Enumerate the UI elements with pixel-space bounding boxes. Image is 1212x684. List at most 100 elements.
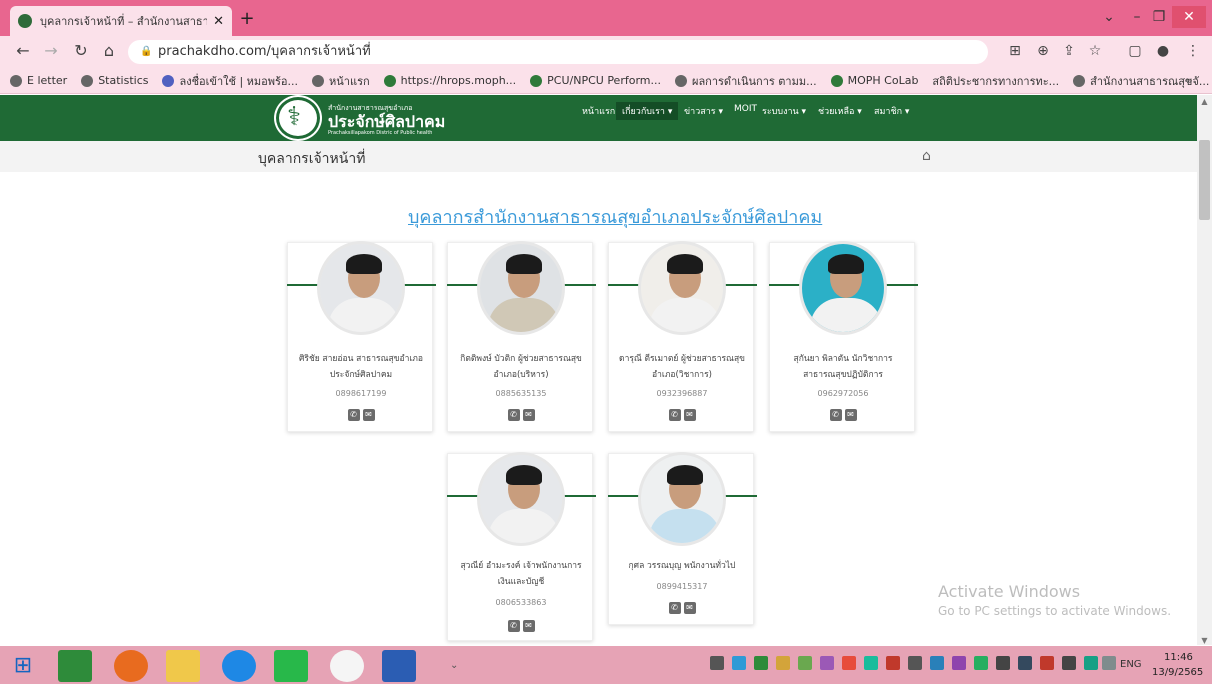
- tray-icon[interactable]: [842, 656, 856, 670]
- file-explorer-icon[interactable]: [166, 650, 200, 682]
- home-icon[interactable]: ⌂: [922, 148, 931, 164]
- mail-icon[interactable]: ✉: [844, 409, 857, 421]
- more-bookmarks-button[interactable]: »: [1186, 74, 1193, 87]
- moph-icon: [383, 74, 396, 87]
- bookmark-item[interactable]: สถิติประชากรทางการทะ...: [932, 72, 1059, 90]
- close-window-button[interactable]: ✕: [1172, 6, 1206, 28]
- bookmark-item[interactable]: หน้าแรก: [312, 72, 370, 90]
- address-bar[interactable]: 🔒 prachakdho.com/บุคลากรเจ้าหน้าที่: [128, 40, 988, 64]
- phone-icon[interactable]: ✆: [829, 409, 842, 421]
- mail-icon[interactable]: ✉: [522, 409, 535, 421]
- edge-icon[interactable]: [222, 650, 256, 682]
- menu-news[interactable]: ข่าวสาร ▾: [684, 104, 723, 118]
- network-icon[interactable]: [908, 656, 922, 670]
- bookmark-item[interactable]: https://hrops.moph...: [383, 74, 516, 87]
- tray-icon[interactable]: [974, 656, 988, 670]
- side-panel-icon[interactable]: ▢: [1124, 40, 1146, 62]
- chrome-icon[interactable]: [330, 650, 364, 682]
- phone-icon[interactable]: ✆: [507, 409, 520, 421]
- bookmark-item[interactable]: MOPH CoLab: [830, 74, 918, 87]
- staff-name: สุกันยา พิลาตัน นักวิชาการ: [793, 354, 893, 364]
- scroll-up-icon[interactable]: ▲: [1199, 97, 1210, 106]
- clock-date[interactable]: 13/9/2565: [1152, 667, 1203, 678]
- taskbar-overflow-icon[interactable]: ⌄: [450, 660, 458, 671]
- breadcrumb: [0, 141, 1197, 172]
- mail-icon[interactable]: ✉: [683, 409, 696, 421]
- mail-icon[interactable]: ✉: [362, 409, 375, 421]
- close-tab-icon[interactable]: ✕: [213, 14, 224, 29]
- bookmark-item[interactable]: ผลการดำเนินการ ตามม...: [675, 72, 817, 90]
- forward-icon[interactable]: →: [40, 40, 62, 62]
- tray-icon[interactable]: [776, 656, 790, 670]
- bars-icon: [162, 74, 175, 87]
- staff-phone: 0885635135: [495, 389, 547, 398]
- windows-start-icon[interactable]: ⊞: [6, 650, 40, 682]
- tray-icon[interactable]: [864, 656, 878, 670]
- browser-tab[interactable]: บุคลากรเจ้าหน้าที่ – สำนักงานสาธารณ ✕: [10, 6, 232, 36]
- tray-icon[interactable]: [732, 656, 746, 670]
- line-app-icon[interactable]: [274, 650, 308, 682]
- scrollbar-thumb[interactable]: [1199, 140, 1210, 220]
- scroll-down-icon[interactable]: ▼: [1199, 636, 1210, 645]
- clock-time[interactable]: 11:46: [1164, 652, 1193, 663]
- staff-phone: 0898617199: [335, 389, 387, 398]
- home-icon[interactable]: ⌂: [98, 40, 120, 62]
- translate-icon[interactable]: ⊞: [1004, 40, 1026, 62]
- word-icon[interactable]: [382, 650, 416, 682]
- tray-icon[interactable]: [886, 656, 900, 670]
- menu-kebab-icon[interactable]: ⋮: [1182, 40, 1204, 62]
- menu-member[interactable]: สมาชิก ▾: [874, 104, 909, 118]
- staff-photo: [477, 241, 565, 335]
- bookmark-star-icon[interactable]: ☆: [1084, 40, 1106, 62]
- tray-icon[interactable]: [1040, 656, 1054, 670]
- tray-icon[interactable]: [798, 656, 812, 670]
- new-tab-button[interactable]: +: [236, 8, 258, 30]
- staff-card: สุวณีย์ อำมะรงค์ เจ้าพนักงานการ เงินและบ…: [447, 452, 596, 641]
- phone-icon[interactable]: ✆: [347, 409, 360, 421]
- site-english-name: Prachaksillapakom Distric of Public heal…: [328, 130, 433, 136]
- staff-name: สุวณีย์ อำมะรงค์ เจ้าพนักงานการ: [460, 561, 582, 571]
- tab-search-icon[interactable]: ⌄: [1098, 6, 1120, 28]
- staff-phone: 0806533863: [495, 598, 547, 607]
- colab-icon: [830, 74, 843, 87]
- bookmark-item[interactable]: E letter: [10, 74, 67, 87]
- bookmark-item[interactable]: Statistics: [81, 74, 148, 87]
- tray-icon[interactable]: [710, 656, 724, 670]
- bookmark-item[interactable]: PCU/NPCU Perform...: [530, 74, 661, 87]
- staff-name: อำเภอ(วิชาการ): [652, 370, 712, 380]
- volume-icon[interactable]: [996, 656, 1010, 670]
- tray-icon[interactable]: [1084, 656, 1098, 670]
- firefox-icon[interactable]: [114, 650, 148, 682]
- menu-about[interactable]: เกี่ยวกับเรา ▾: [616, 102, 679, 120]
- mail-icon[interactable]: ✉: [522, 620, 535, 632]
- reload-icon[interactable]: ↻: [70, 40, 92, 62]
- menu-help[interactable]: ช่วยเหลือ ▾: [818, 104, 862, 118]
- url-text: prachakdho.com/บุคลากรเจ้าหน้าที่: [158, 44, 371, 59]
- tray-icon[interactable]: [1102, 656, 1116, 670]
- globe-icon: [675, 74, 687, 87]
- tray-icon[interactable]: [952, 656, 966, 670]
- minimize-button[interactable]: –: [1126, 6, 1148, 28]
- back-icon[interactable]: ←: [12, 40, 34, 62]
- site-logo[interactable]: [276, 97, 320, 139]
- restore-button[interactable]: ❐: [1148, 6, 1170, 28]
- tray-icon[interactable]: [1018, 656, 1032, 670]
- zoom-icon[interactable]: ⊕: [1032, 40, 1054, 62]
- menu-systems[interactable]: ระบบงาน ▾: [762, 104, 806, 118]
- tab-title: บุคลากรเจ้าหน้าที่ – สำนักงานสาธารณ: [40, 15, 208, 28]
- menu-home[interactable]: หน้าแรก: [582, 104, 615, 118]
- bookmark-item[interactable]: ลงชื่อเข้าใช้ | หมอพร้อ...: [162, 72, 298, 90]
- menu-moit[interactable]: MOIT: [734, 104, 757, 114]
- mail-icon[interactable]: ✉: [683, 602, 696, 614]
- tray-icon[interactable]: [1062, 656, 1076, 670]
- tray-icon[interactable]: [930, 656, 944, 670]
- phone-icon[interactable]: ✆: [668, 409, 681, 421]
- profile-avatar-icon[interactable]: ●: [1152, 40, 1174, 62]
- language-indicator[interactable]: ENG: [1120, 659, 1142, 670]
- share-icon[interactable]: ⇪: [1058, 40, 1080, 62]
- tray-icon[interactable]: [754, 656, 768, 670]
- store-icon[interactable]: [58, 650, 92, 682]
- phone-icon[interactable]: ✆: [507, 620, 520, 632]
- phone-icon[interactable]: ✆: [668, 602, 681, 614]
- tray-icon[interactable]: [820, 656, 834, 670]
